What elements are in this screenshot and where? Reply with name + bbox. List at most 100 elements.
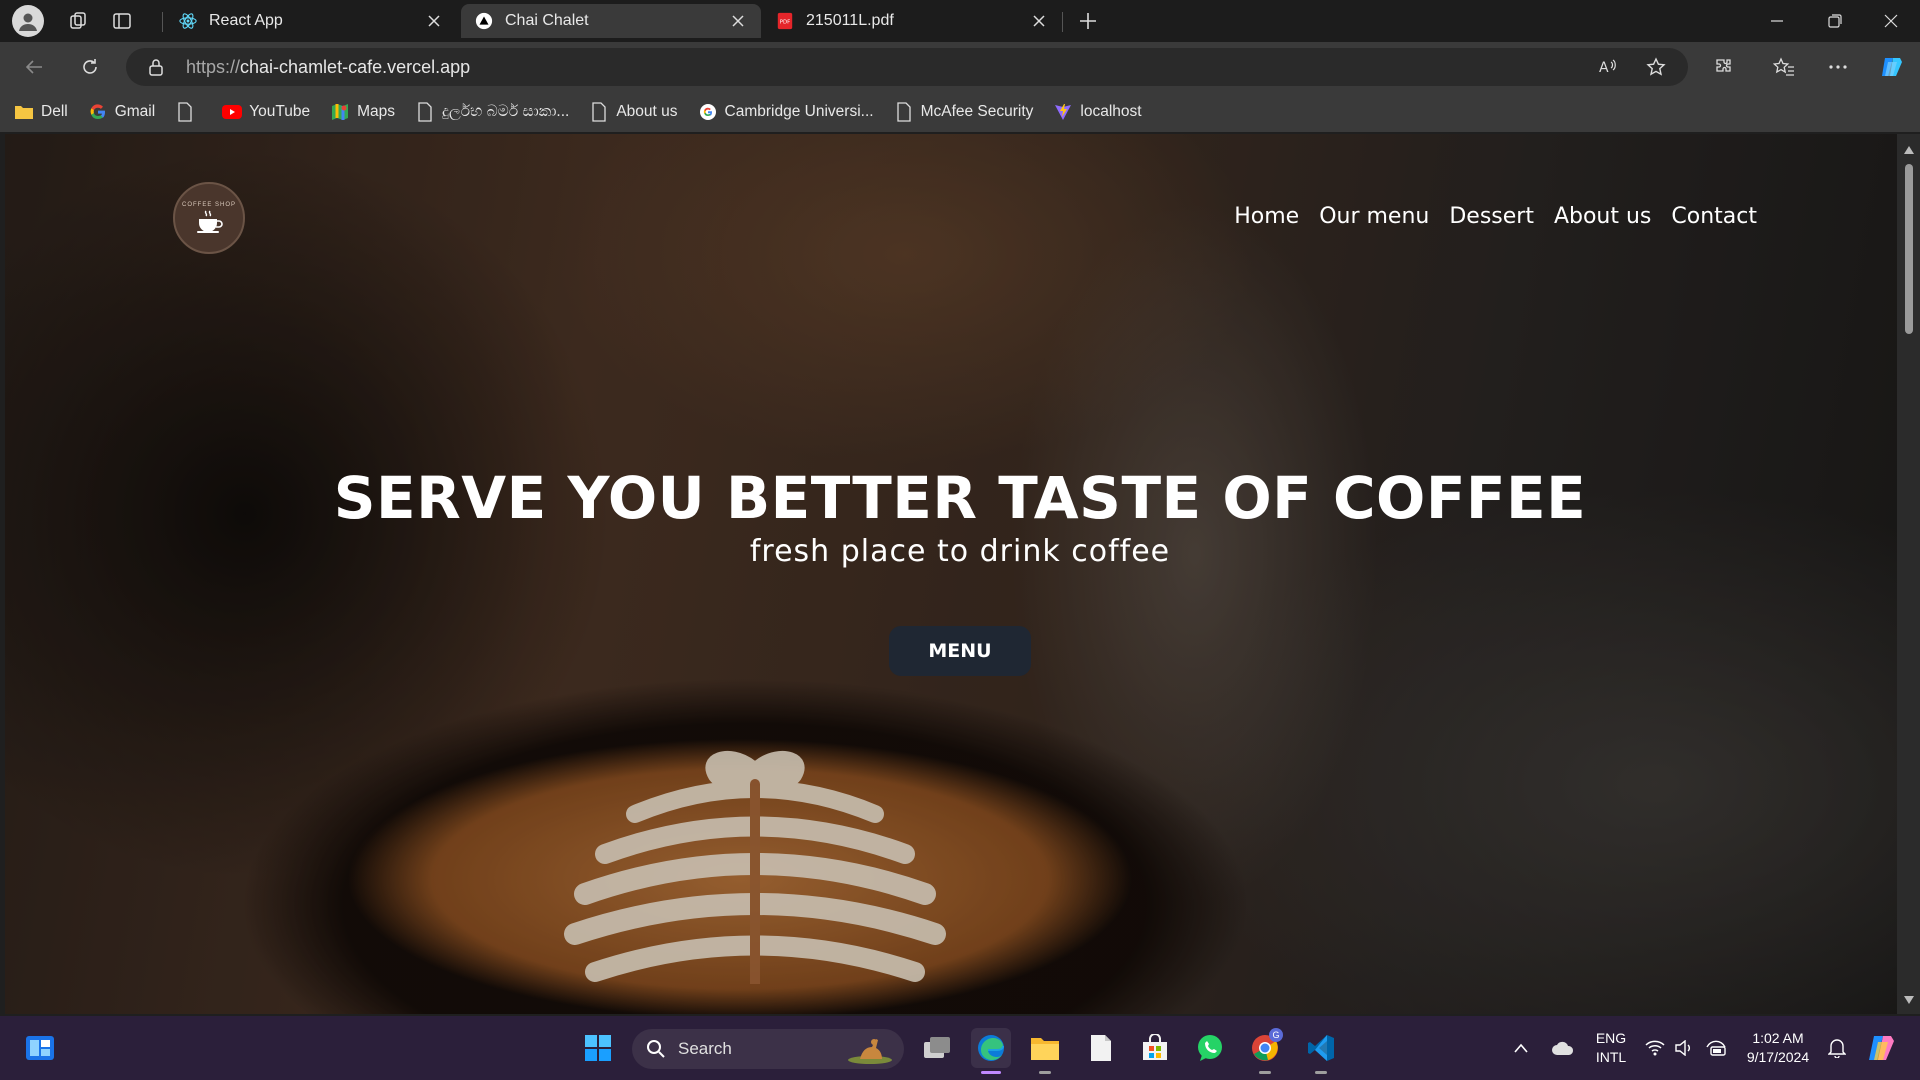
bookmark-label: McAfee Security: [920, 103, 1034, 120]
back-button[interactable]: [16, 49, 52, 85]
input-language[interactable]: ENG INTL: [1586, 1016, 1636, 1080]
search-label: Search: [678, 1039, 732, 1058]
taskbar-vscode[interactable]: [1301, 1028, 1341, 1074]
taskbar-file-explorer[interactable]: [1025, 1028, 1065, 1074]
hero-subtitle: fresh place to drink coffee: [749, 534, 1171, 569]
logo-text: COFFEE SHOP: [181, 202, 236, 208]
tab-chai-chalet[interactable]: Chai Chalet: [461, 4, 761, 38]
hero-background: [5, 134, 1897, 1014]
coffee-cup-icon: [197, 210, 223, 233]
bookmark-maps[interactable]: Maps: [330, 102, 395, 122]
page-icon: [415, 102, 435, 122]
minimize-icon: [1771, 20, 1783, 22]
taskbar-chrome[interactable]: G: [1245, 1028, 1285, 1074]
close-icon[interactable]: [729, 12, 747, 30]
pdf-icon: PDF: [777, 12, 793, 30]
more-icon: [1829, 65, 1847, 69]
search-highlight-icon: [848, 1039, 892, 1064]
nav-home[interactable]: Home: [1234, 204, 1299, 229]
url-host: chai-chamlet-cafe.vercel.app: [240, 57, 471, 77]
extensions-button[interactable]: [1706, 49, 1742, 85]
clock[interactable]: 1:02 AM 9/17/2024: [1740, 1016, 1816, 1080]
workspaces-icon: [70, 12, 86, 29]
whatsapp-icon: [1198, 1035, 1222, 1061]
react-icon: [179, 13, 197, 29]
taskbar-search[interactable]: Search: [632, 1029, 904, 1069]
bell-icon: [1828, 1039, 1846, 1058]
reload-icon: [83, 59, 97, 74]
bookmark-youtube[interactable]: YouTube: [222, 102, 310, 122]
address-bar[interactable]: https://chai-chamlet-cafe.vercel.app A: [126, 48, 1688, 86]
lock-icon[interactable]: [142, 53, 170, 81]
nav-about-us[interactable]: About us: [1554, 204, 1651, 229]
star-icon[interactable]: [1642, 53, 1670, 81]
browser-toolbar: https://chai-chamlet-cafe.vercel.app A: [0, 42, 1920, 92]
task-view-button[interactable]: [917, 1028, 957, 1068]
bookmark-sinhala[interactable]: දුර්ලභ බර්ම සාකා...: [415, 102, 569, 122]
scroll-up-icon[interactable]: [1903, 144, 1915, 156]
search-icon: [647, 1040, 665, 1058]
taskbar-store[interactable]: [1135, 1028, 1175, 1068]
url-text: https://chai-chamlet-cafe.vercel.app: [186, 57, 470, 78]
widgets-button[interactable]: [20, 1028, 60, 1068]
copilot-taskbar-button[interactable]: [1862, 1016, 1902, 1080]
minimize-button[interactable]: [1748, 0, 1806, 42]
tab-pdf[interactable]: PDF 215011L.pdf: [762, 4, 1062, 38]
nav-dessert[interactable]: Dessert: [1449, 204, 1534, 229]
menu-button[interactable]: MENU: [889, 626, 1031, 676]
more-button[interactable]: [1820, 49, 1856, 85]
read-aloud-icon[interactable]: A: [1594, 53, 1622, 81]
wifi-button[interactable]: [1640, 1016, 1670, 1080]
vscode-icon: [1308, 1035, 1334, 1061]
bookmark-mcafee[interactable]: McAfee Security: [894, 102, 1034, 122]
task-view-icon: [924, 1037, 950, 1058]
reload-button[interactable]: [72, 49, 108, 85]
windows-icon: [585, 1035, 611, 1061]
active-indicator: [981, 1071, 1001, 1074]
scroll-thumb[interactable]: [1905, 164, 1913, 334]
scroll-down-icon[interactable]: [1903, 994, 1915, 1006]
google-icon: [88, 102, 108, 122]
battery-button[interactable]: [1700, 1016, 1734, 1080]
bookmark-cambridge[interactable]: Cambridge Universi...: [698, 102, 874, 122]
bookmark-dell[interactable]: Dell: [14, 102, 68, 122]
taskbar-whatsapp[interactable]: [1190, 1028, 1230, 1068]
tab-strip: React App Chai Chalet PDF 215011L.pdf: [0, 0, 1920, 42]
start-button[interactable]: [578, 1028, 618, 1068]
show-hidden-icons-button[interactable]: [1506, 1016, 1536, 1080]
maps-icon: [330, 102, 350, 122]
notifications-button[interactable]: [1822, 1016, 1852, 1080]
workspaces-button[interactable]: [58, 1, 98, 41]
nav-contact[interactable]: Contact: [1671, 204, 1757, 229]
bookmark-page[interactable]: [175, 102, 202, 122]
favorites-icon: [1773, 57, 1794, 76]
nav-our-menu[interactable]: Our menu: [1319, 204, 1429, 229]
taskbar-notepad[interactable]: [1081, 1028, 1121, 1068]
page-viewport: COFFEE SHOP Home Our menu Dessert About …: [5, 134, 1897, 1014]
cloud-icon: [1552, 1041, 1574, 1055]
vite-icon: [1053, 102, 1073, 122]
page-scrollbar[interactable]: [1897, 134, 1920, 1014]
restore-button[interactable]: [1806, 0, 1864, 42]
favorites-button[interactable]: [1766, 49, 1802, 85]
page-icon: [589, 102, 609, 122]
onedrive-button[interactable]: [1546, 1016, 1580, 1080]
site-logo[interactable]: COFFEE SHOP: [173, 182, 245, 254]
volume-button[interactable]: [1670, 1016, 1700, 1080]
new-tab-button[interactable]: [1070, 6, 1106, 36]
bookmark-about-us[interactable]: About us: [589, 102, 678, 122]
profile-avatar[interactable]: [12, 5, 44, 37]
bookmark-gmail[interactable]: Gmail: [88, 102, 155, 122]
bookmark-label: localhost: [1080, 103, 1142, 120]
close-icon[interactable]: [425, 12, 443, 30]
vertical-tabs-button[interactable]: [102, 1, 142, 41]
close-window-button[interactable]: [1862, 0, 1920, 42]
taskbar-edge[interactable]: [971, 1028, 1011, 1074]
copilot-button[interactable]: [1874, 49, 1910, 85]
tab-react-app[interactable]: React App: [165, 4, 457, 38]
restore-icon: [1828, 14, 1842, 28]
bookmark-label: Cambridge Universi...: [724, 103, 874, 120]
bookmark-localhost[interactable]: localhost: [1053, 102, 1142, 122]
close-icon[interactable]: [1030, 12, 1048, 30]
folder-icon: [14, 102, 34, 122]
